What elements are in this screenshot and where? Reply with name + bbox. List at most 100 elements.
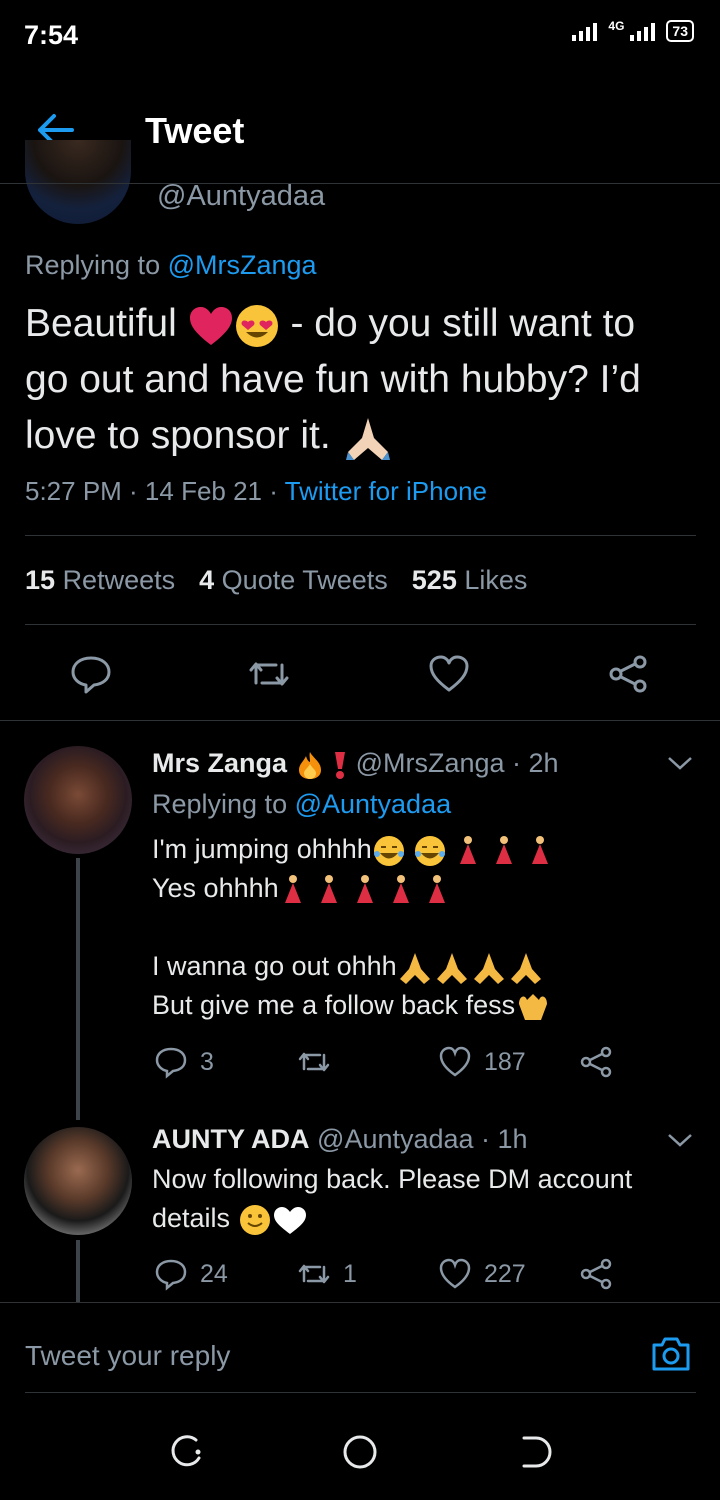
divider <box>25 1392 696 1393</box>
reply-handle-time: @MrsZanga · 2h <box>355 748 559 778</box>
likes-stat[interactable]: 525 Likes <box>412 565 528 596</box>
retweet-button[interactable] <box>297 1045 343 1079</box>
tweet-meta: 5:27 PM · 14 Feb 21 · Twitter for iPhone <box>25 476 487 507</box>
thread-line <box>76 1240 80 1302</box>
heart-icon <box>429 655 469 692</box>
divider <box>25 624 696 625</box>
like-button[interactable]: 227 <box>438 1257 526 1291</box>
share-button[interactable] <box>607 653 649 695</box>
retweets-count: 15 <box>25 565 56 595</box>
praying-hands-emoji <box>342 414 394 462</box>
reply-input[interactable]: Tweet your reply <box>25 1340 230 1372</box>
page-title: Tweet <box>145 110 245 151</box>
reply-line-2: Yes ohhhh <box>152 873 279 903</box>
reply-more-button[interactable] <box>667 755 693 771</box>
reply-line: Yes ohhhh <box>152 869 692 908</box>
comment-icon <box>155 1259 187 1291</box>
chevron-down-icon <box>668 1134 692 1147</box>
retweet-button[interactable] <box>248 653 290 695</box>
replying-prefix: Replying to <box>25 250 168 280</box>
share-icon <box>580 1046 612 1078</box>
quotes-count: 4 <box>199 565 215 595</box>
battery-indicator: 73 <box>666 20 694 42</box>
raising-hands-emoji <box>515 990 551 1024</box>
nav-recents-button[interactable] <box>166 1432 206 1472</box>
heart-icon <box>439 1046 471 1077</box>
retweet-count: 1 <box>343 1259 357 1288</box>
reply-replying-to: Replying to @Auntyadaa <box>152 789 451 820</box>
replying-to-link[interactable]: @Auntyadaa <box>295 789 452 819</box>
tweet-timestamp: 5:27 PM · 14 Feb 21 · <box>25 476 285 506</box>
reply-more-button[interactable] <box>667 1132 693 1148</box>
comment-icon <box>71 656 111 694</box>
reply-author-name[interactable]: Mrs Zanga <box>152 748 287 778</box>
author-handle[interactable]: @Auntyadaa <box>157 180 325 213</box>
like-button[interactable]: 187 <box>438 1045 526 1079</box>
reply-handle-time: @Auntyadaa · 1h <box>317 1124 528 1154</box>
reply-button[interactable] <box>70 653 112 695</box>
replying-to-link[interactable]: @MrsZanga <box>168 250 317 280</box>
nav-home-button[interactable] <box>340 1432 380 1472</box>
reply-header: Mrs Zanga @MrsZanga · 2h <box>152 748 559 780</box>
home-circle-icon <box>343 1435 377 1469</box>
thread-line <box>76 858 80 1120</box>
camera-icon <box>652 1337 690 1371</box>
status-time: 7:54 <box>24 20 79 50</box>
tweet-source-link[interactable]: Twitter for iPhone <box>285 476 487 506</box>
divider <box>0 1302 720 1303</box>
retweet-icon <box>298 1052 330 1072</box>
reply-avatar[interactable] <box>24 746 132 854</box>
reply-line-1: I'm jumping ohhhh <box>152 834 372 864</box>
divider <box>25 535 696 536</box>
share-button[interactable] <box>579 1257 613 1291</box>
camera-button[interactable] <box>650 1333 692 1375</box>
replying-prefix: Replying to <box>152 789 295 819</box>
like-count: 227 <box>484 1259 526 1288</box>
reply-line-4: But give me a follow back fess <box>152 990 516 1020</box>
share-icon <box>580 1258 612 1290</box>
reply-text: I'm jumping ohhhh Yes ohhhh I wanna go o… <box>152 830 692 1025</box>
share-button[interactable] <box>579 1045 613 1079</box>
like-button[interactable] <box>428 653 470 695</box>
retweets-stat[interactable]: 15 Retweets <box>25 565 175 596</box>
nav-back-icon <box>522 1436 552 1468</box>
reply-text: Now following back. Please DM account de… <box>152 1160 697 1238</box>
dancer-emojis <box>454 834 560 868</box>
reply-count: 3 <box>200 1047 214 1076</box>
reply-author-name[interactable]: AUNTY ADA <box>152 1124 310 1154</box>
reply-button[interactable]: 3 <box>154 1045 214 1079</box>
reply-count: 24 <box>200 1259 228 1288</box>
praying-hands-emojis <box>397 951 545 985</box>
author-avatar[interactable] <box>25 140 131 224</box>
heart-icon <box>439 1258 471 1289</box>
reply-line: I wanna go out ohhh <box>152 947 692 986</box>
reply-line-3: I wanna go out ohhh <box>152 951 397 981</box>
retweet-icon <box>298 1264 330 1284</box>
heart-eyes-emoji <box>234 303 280 349</box>
retweet-icon <box>249 662 289 686</box>
laughing-emojis <box>372 834 454 868</box>
likes-label: Likes <box>464 565 528 595</box>
retweet-button[interactable]: 1 <box>297 1257 357 1291</box>
signal-icon-2 <box>630 23 656 41</box>
recents-icon <box>171 1435 201 1467</box>
retweets-label: Retweets <box>62 565 176 595</box>
reply-line: I'm jumping ohhhh <box>152 830 692 869</box>
smile-heart-emojis <box>238 1203 308 1237</box>
reply-avatar[interactable] <box>24 1127 132 1235</box>
reply-text-content: Now following back. Please DM account de… <box>152 1164 633 1233</box>
reply-header: AUNTY ADA @Auntyadaa · 1h <box>152 1124 528 1155</box>
nav-back-button[interactable] <box>516 1432 556 1472</box>
divider <box>0 720 720 721</box>
likes-count: 525 <box>411 565 457 595</box>
replying-to: Replying to @MrsZanga <box>25 250 317 281</box>
quotes-stat[interactable]: 4 Quote Tweets <box>199 565 388 596</box>
network-type: 4G <box>608 19 625 33</box>
tweet-stats: 15 Retweets 4 Quote Tweets 525 Likes <box>25 565 527 596</box>
heart-emoji <box>188 305 234 347</box>
reply-button[interactable]: 24 <box>154 1257 228 1291</box>
tweet-text-part-1: Beautiful <box>25 302 188 345</box>
exclamation-emoji <box>332 750 348 780</box>
quotes-label: Quote Tweets <box>221 565 388 595</box>
status-indicators: 4G 73 <box>572 19 694 42</box>
